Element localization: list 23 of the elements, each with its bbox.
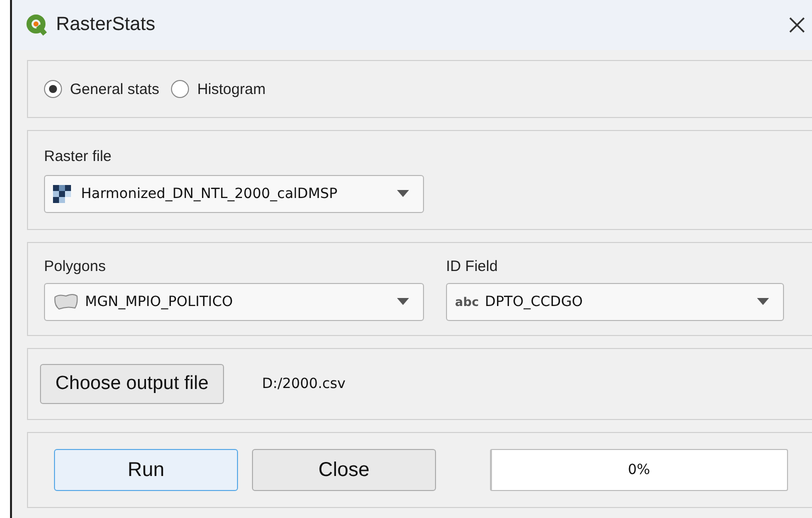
choose-output-button[interactable]: Choose output file xyxy=(40,364,224,404)
polygons-label: Polygons xyxy=(44,258,107,274)
output-path: D:/2000.csv xyxy=(262,376,346,392)
window-title: RasterStats xyxy=(56,14,156,36)
field-type-tag: abc xyxy=(455,294,479,308)
id-field-label: ID Field xyxy=(446,258,499,274)
radio-icon[interactable] xyxy=(44,80,62,98)
polygon-icon xyxy=(53,292,79,310)
polygons-dropdown[interactable]: MGN_MPIO_POLITICO xyxy=(44,282,424,320)
caret-icon xyxy=(397,190,409,197)
raster-label: Raster file xyxy=(44,148,113,164)
close-icon[interactable] xyxy=(788,16,806,34)
action-button[interactable]: Close xyxy=(252,449,436,491)
app-logo-icon xyxy=(26,14,48,36)
caret-icon xyxy=(757,298,769,305)
raster-dropdown[interactable]: Harmonized_DN_NTL_2000_calDMSP xyxy=(44,174,424,212)
id-field-dropdown[interactable]: abc DPTO_CCDGO xyxy=(446,282,784,320)
caret-icon xyxy=(397,298,409,305)
progress-reading: 0% xyxy=(628,462,650,478)
action-button[interactable]: Run xyxy=(54,449,238,491)
radio-option[interactable]: Histogram xyxy=(171,80,266,98)
radio-option[interactable]: General stats xyxy=(44,80,160,98)
radio-icon[interactable] xyxy=(171,80,190,98)
